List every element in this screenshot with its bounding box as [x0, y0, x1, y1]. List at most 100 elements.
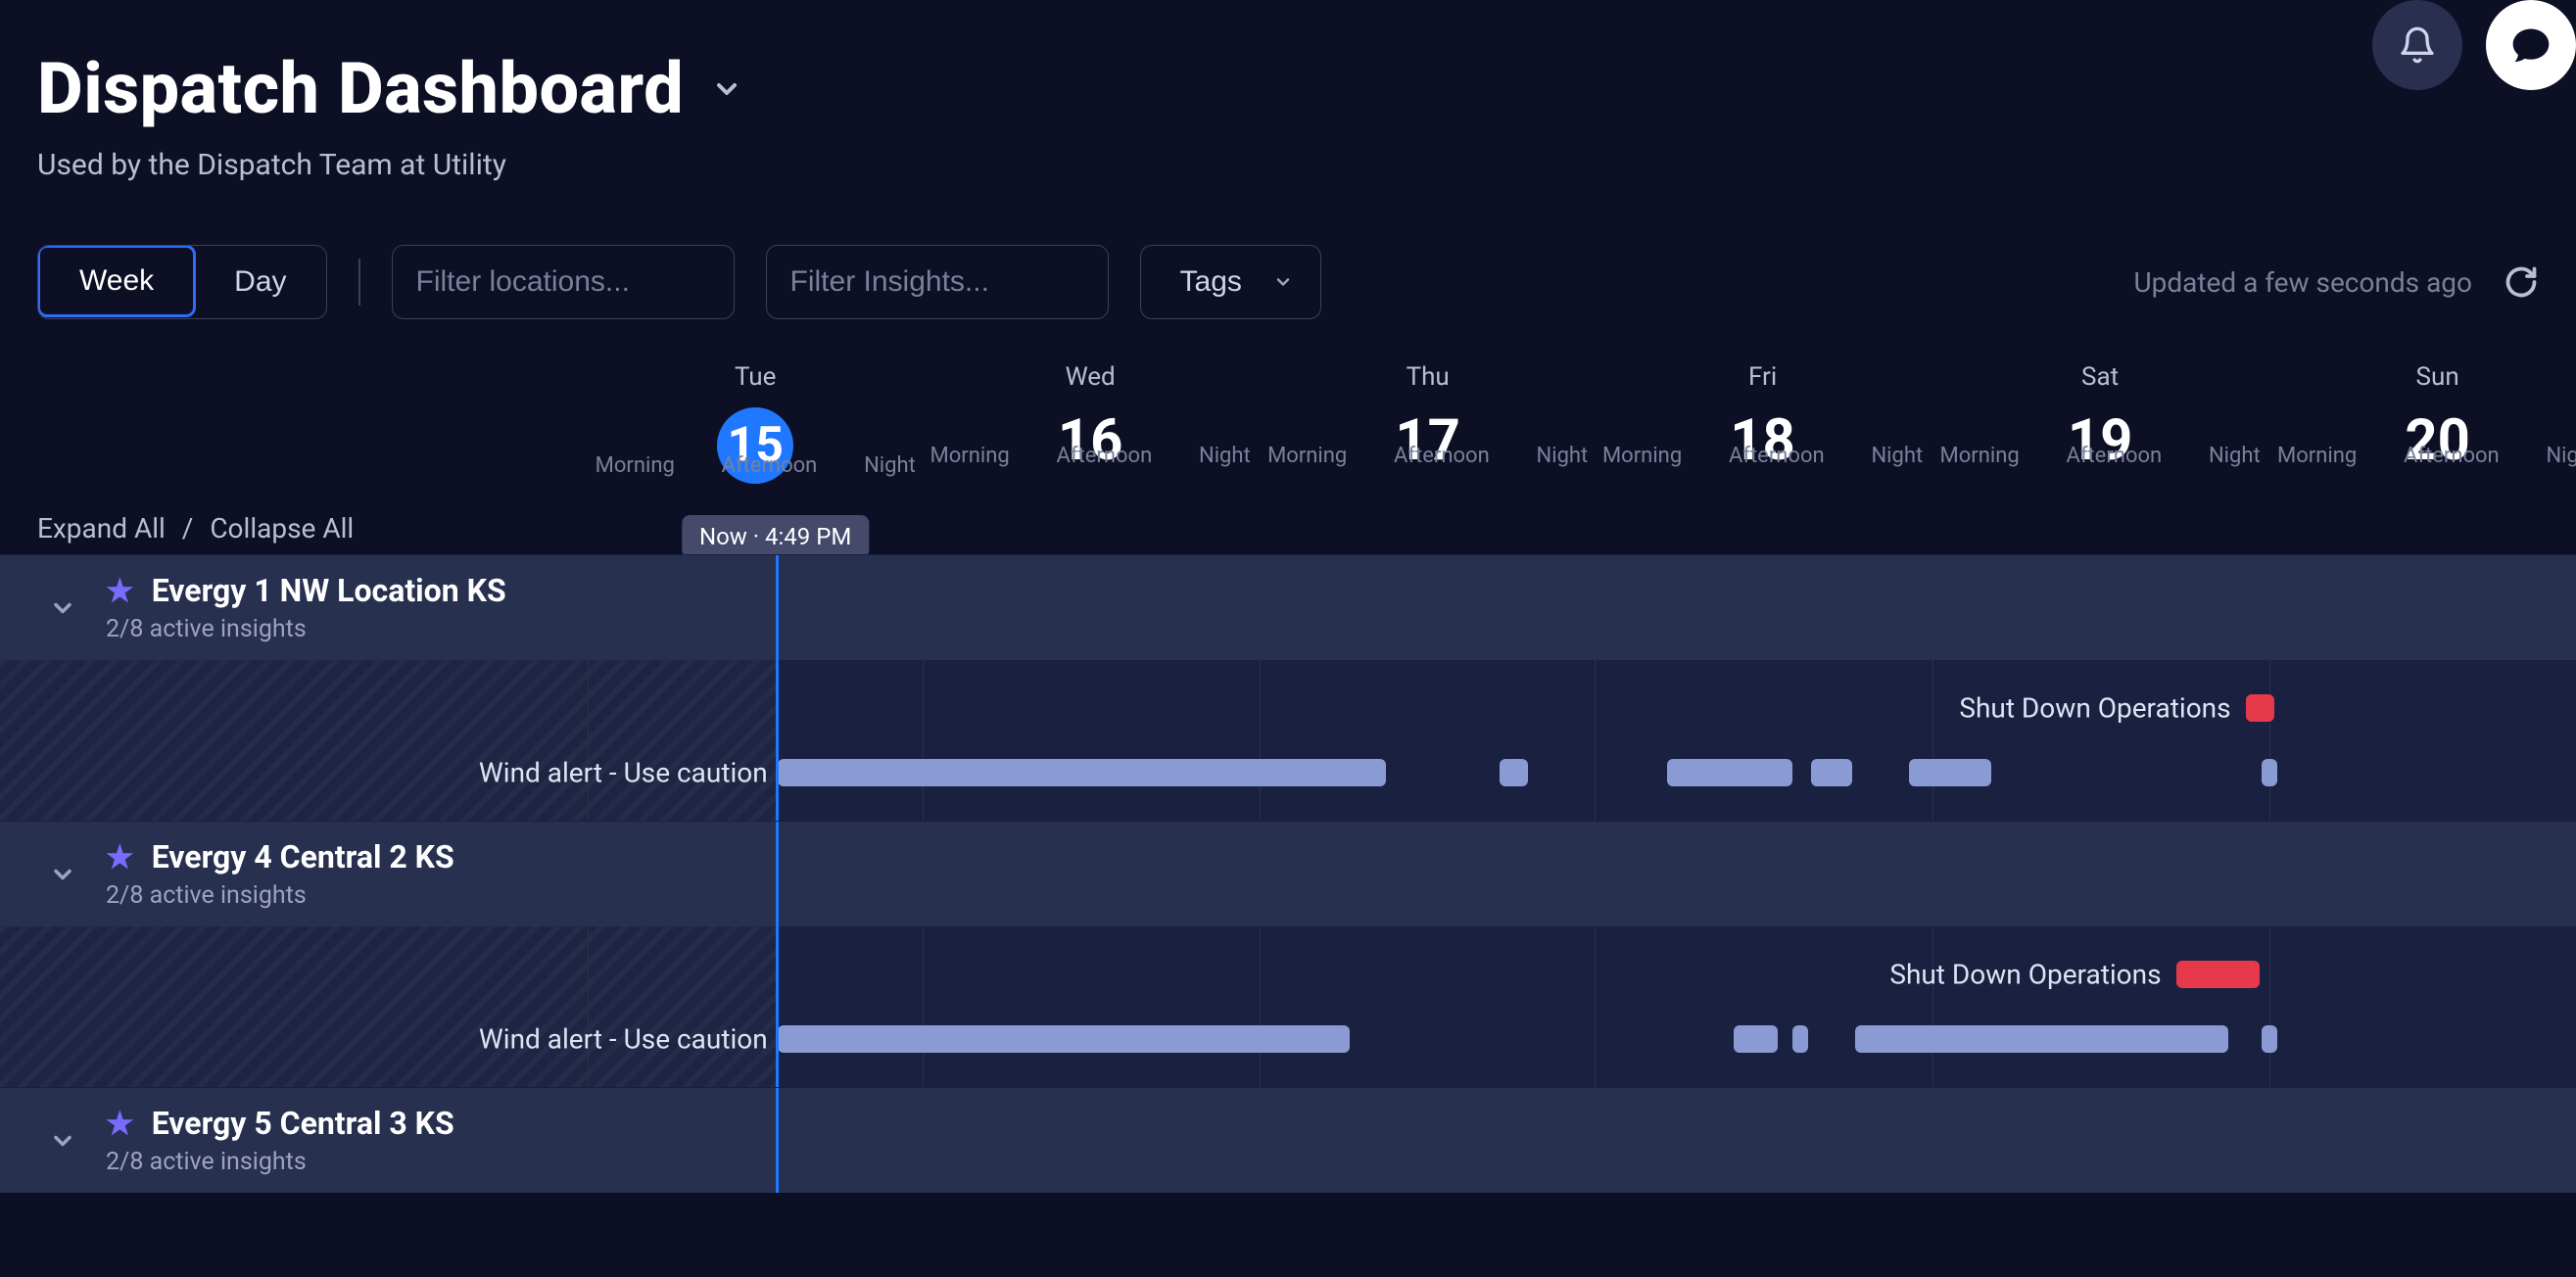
- chat-button[interactable]: [2486, 0, 2576, 90]
- grid-line: [588, 822, 589, 926]
- timeline-bar[interactable]: [2262, 1025, 2277, 1053]
- day-abbr: Sat: [1932, 362, 2268, 392]
- past-shade: [0, 926, 776, 1087]
- refresh-button[interactable]: [2504, 264, 2539, 300]
- filter-insights-input[interactable]: [766, 245, 1109, 319]
- grid-line: [923, 1088, 924, 1193]
- grid-line: [2269, 1088, 2270, 1193]
- grid-line: [588, 660, 589, 821]
- star-icon: ★: [106, 1105, 134, 1142]
- chevron-down-icon: [49, 594, 76, 622]
- grid-line: [923, 660, 924, 821]
- grid-line: [1595, 822, 1596, 926]
- timeofday-label: Night: [1199, 444, 1251, 468]
- timeofday-label: Night: [2546, 444, 2576, 468]
- filter-locations-input[interactable]: [392, 245, 735, 319]
- timeline-bar[interactable]: [1855, 1025, 2228, 1053]
- separator: /: [182, 512, 194, 544]
- now-line: [776, 660, 779, 821]
- day-abbr: Wed: [923, 362, 1259, 392]
- expand-all-link[interactable]: Expand All: [37, 512, 166, 544]
- divider: [358, 259, 360, 306]
- insight-label: Shut Down Operations: [1889, 959, 2161, 991]
- now-line: [776, 555, 779, 660]
- timeline-bar[interactable]: [2262, 759, 2277, 786]
- chat-icon: [2509, 24, 2552, 67]
- now-line: [776, 1088, 779, 1193]
- tags-dropdown[interactable]: Tags: [1140, 245, 1321, 319]
- grid-line: [1595, 1088, 1596, 1193]
- day-abbr: Sun: [2269, 362, 2576, 392]
- timeofday-label: Morning: [930, 444, 1010, 468]
- now-indicator: Now · 4:49 PM: [682, 515, 869, 558]
- grid-line: [1595, 660, 1596, 821]
- page-subtitle: Used by the Dispatch Team at Utility: [37, 148, 2576, 182]
- timeofday-label: Night: [864, 453, 916, 478]
- timeline-bar[interactable]: [1811, 759, 1852, 786]
- grid-line: [923, 926, 924, 1087]
- grid-line: [1595, 555, 1596, 660]
- view-segment: Week Day: [37, 245, 327, 319]
- day-column: Sat19MorningAfternoonNight: [1932, 358, 2268, 474]
- timeofday-label: Morning: [596, 453, 675, 478]
- timeofday-label: Night: [1537, 444, 1589, 468]
- location-row-header[interactable]: ★ Evergy 4 Central 2 KS 2/8 active insight…: [0, 821, 2576, 926]
- now-line: [776, 822, 779, 926]
- timeline-bar[interactable]: [1734, 1025, 1778, 1053]
- timeline-bar[interactable]: [778, 759, 1386, 786]
- past-shade: [0, 660, 776, 821]
- grid-line: [923, 822, 924, 926]
- star-icon: ★: [106, 572, 134, 609]
- day-abbr: Thu: [1260, 362, 1596, 392]
- grid-line: [2269, 555, 2270, 660]
- page-title: Dispatch Dashboard: [37, 47, 684, 130]
- grid-line: [1260, 1088, 1261, 1193]
- location-row-header[interactable]: ★Evergy 5 Central 3 KS2/8 active insight…: [0, 1087, 2576, 1193]
- grid-line: [1932, 822, 1933, 926]
- timeline-bar[interactable]: [2176, 961, 2259, 988]
- timeline-bar[interactable]: [1500, 759, 1528, 786]
- view-week-button[interactable]: Week: [37, 245, 196, 317]
- timeofday-label: Afternoon: [2066, 444, 2162, 468]
- active-insights-count: 2/8 active insights: [106, 881, 454, 910]
- timeline-bar[interactable]: [778, 1025, 1350, 1053]
- grid-line: [1932, 660, 1933, 821]
- grid-line: [1260, 555, 1261, 660]
- timeline-bar[interactable]: [1667, 759, 1793, 786]
- day-column: Wed16MorningAfternoonNight: [923, 358, 1259, 474]
- active-insights-count: 2/8 active insights: [106, 1148, 454, 1176]
- insight-label: Wind alert - Use caution: [479, 1022, 768, 1055]
- timeofday-label: Afternoon: [1394, 444, 1490, 468]
- grid-line: [2269, 822, 2270, 926]
- view-day-button[interactable]: Day: [195, 246, 325, 318]
- timeofday-label: Night: [1871, 444, 1923, 468]
- grid-line: [2269, 926, 2270, 1087]
- updated-text: Updated a few seconds ago: [2133, 266, 2472, 299]
- timeofday-label: Morning: [1267, 444, 1347, 468]
- grid-line: [1932, 926, 1933, 1087]
- tags-label: Tags: [1180, 265, 1242, 299]
- grid-line: [1932, 555, 1933, 660]
- collapse-all-link[interactable]: Collapse All: [210, 512, 354, 544]
- location-name: Evergy 4 Central 2 KS: [152, 838, 454, 875]
- chevron-down-icon: [49, 1127, 76, 1155]
- day-column: Tue15MorningAfternoonNight: [588, 358, 924, 484]
- grid-line: [1260, 822, 1261, 926]
- insight-label: Shut Down Operations: [1959, 692, 2230, 725]
- grid-line: [588, 926, 589, 1087]
- notifications-button[interactable]: [2372, 0, 2462, 90]
- chevron-down-icon: [1273, 272, 1293, 292]
- timeline-bar[interactable]: [1792, 1025, 1808, 1053]
- insight-row: Shut Down OperationsWind alert - Use cau…: [0, 660, 2576, 821]
- grid-line: [1595, 926, 1596, 1087]
- chevron-down-icon[interactable]: [711, 73, 742, 105]
- grid-line: [2269, 660, 2270, 821]
- now-line: [776, 926, 779, 1087]
- timeofday-label: Night: [2209, 444, 2261, 468]
- timeline-bar[interactable]: [1909, 759, 1991, 786]
- location-row-header[interactable]: ★Evergy 1 NW Location KS2/8 active insig…: [0, 554, 2576, 660]
- star-icon: ★: [106, 838, 134, 875]
- timeline-bar[interactable]: [2246, 694, 2274, 722]
- timeofday-label: Afternoon: [1729, 444, 1825, 468]
- grid-line: [1260, 660, 1261, 821]
